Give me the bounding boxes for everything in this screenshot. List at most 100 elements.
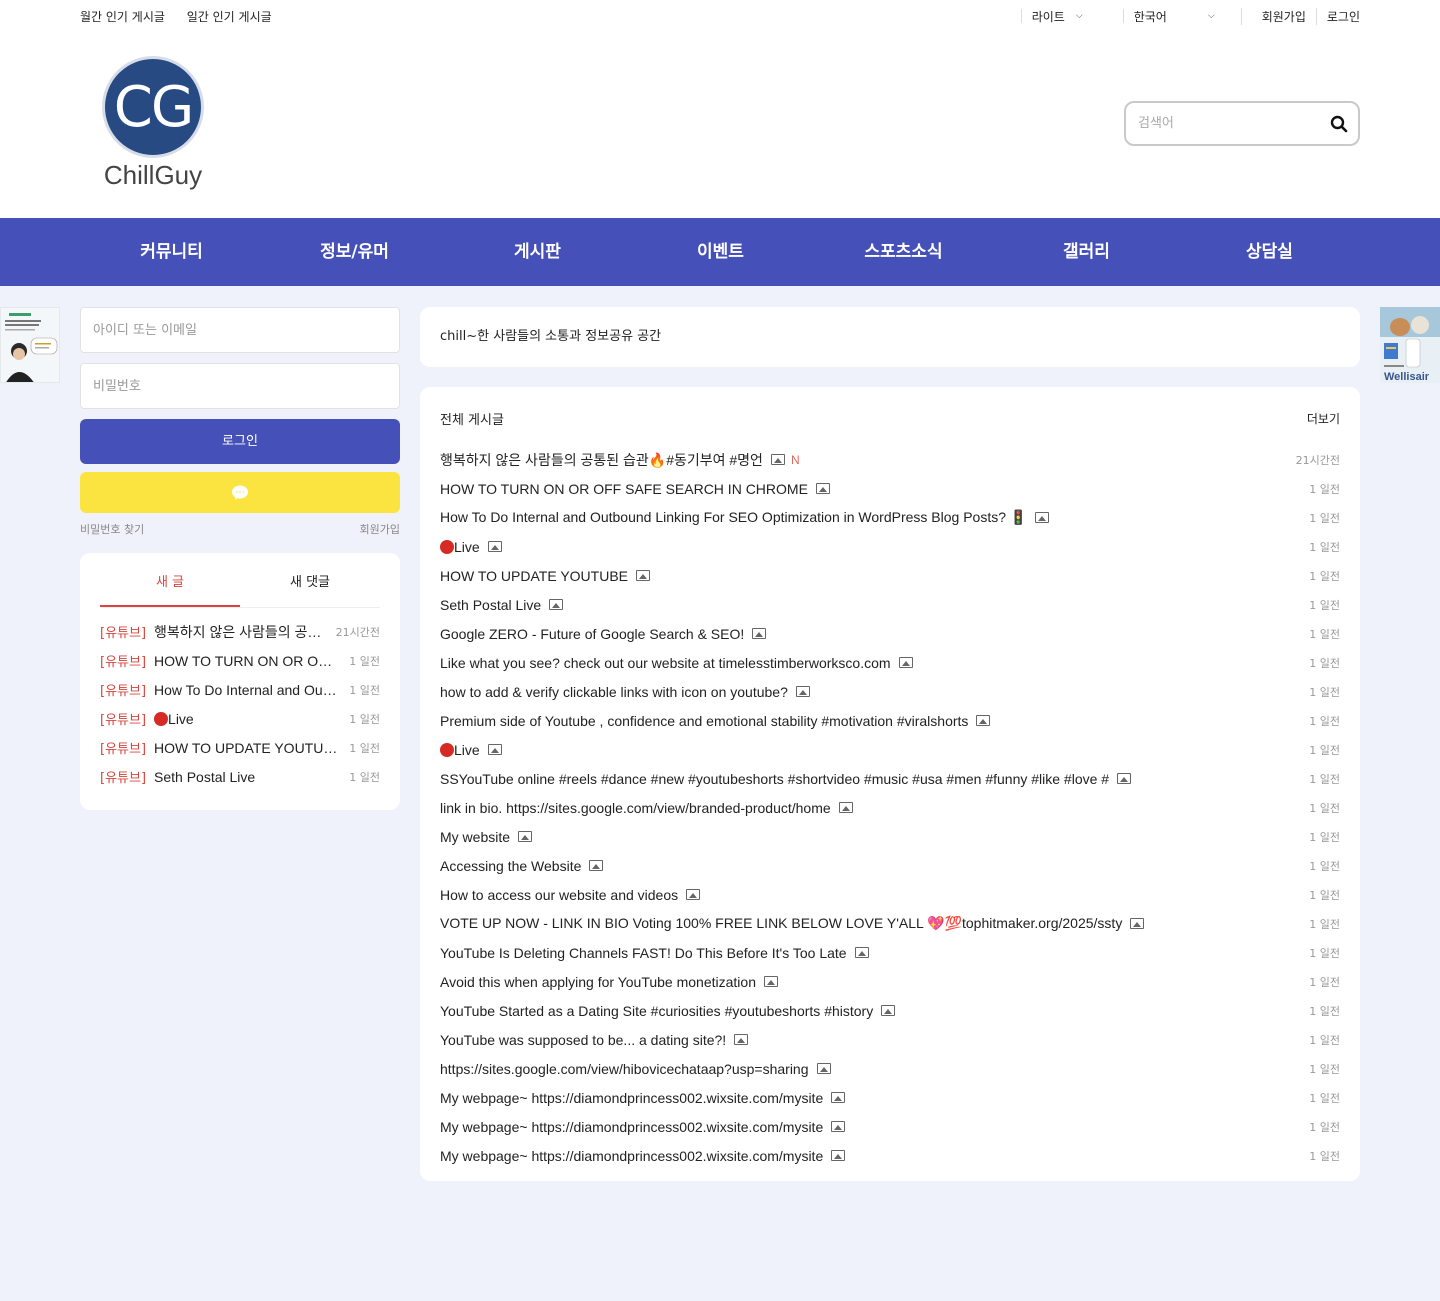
post-title[interactable]: Google ZERO - Future of Google Search & … — [440, 626, 1309, 642]
table-row[interactable]: 행복하지 않은 사람들의 공통된 습관🔥#동기부여 #명언 N 21시간전 — [440, 445, 1340, 474]
post-title[interactable]: How To Do Internal and Outbound Linking — [154, 682, 339, 698]
nav-item-community[interactable]: 커뮤니티 — [80, 218, 263, 286]
nav-item-counseling[interactable]: 상담실 — [1178, 218, 1361, 286]
post-title[interactable]: HOW TO UPDATE YOUTUBE — [154, 740, 339, 756]
post-title[interactable]: YouTube Is Deleting Channels FAST! Do Th… — [440, 945, 1309, 961]
table-row[interactable]: Premium side of Youtube , confidence and… — [440, 706, 1340, 735]
id-email-field[interactable] — [80, 307, 400, 353]
site-logo[interactable]: CG ChillGuy — [102, 56, 204, 191]
post-title[interactable]: https://sites.google.com/view/hibovicech… — [440, 1061, 1309, 1077]
image-icon — [898, 657, 913, 668]
login-link[interactable]: 로그인 — [1317, 8, 1360, 25]
table-row[interactable]: My webpage~ https://diamondprincess002.w… — [440, 1112, 1340, 1141]
post-title[interactable]: how to add & verify clickable links with… — [440, 684, 1309, 700]
table-row[interactable]: https://sites.google.com/view/hibovicech… — [440, 1054, 1340, 1083]
signup-link[interactable]: 회원가입 — [1252, 7, 1317, 25]
post-title[interactable]: Seth Postal Live — [440, 597, 1309, 613]
nav-item-event[interactable]: 이벤트 — [629, 218, 812, 286]
post-title[interactable]: My webpage~ https://diamondprincess002.w… — [440, 1090, 1309, 1106]
post-title[interactable]: YouTube was supposed to be... a dating s… — [440, 1032, 1309, 1048]
post-title[interactable]: Accessing the Website — [440, 858, 1309, 874]
list-item[interactable]: [유튜브] How To Do Internal and Outbound Lin… — [100, 675, 380, 704]
post-title[interactable]: Like what you see? check out our website… — [440, 655, 1309, 671]
post-title-text: Live — [168, 710, 194, 727]
post-title[interactable]: Live — [440, 742, 1309, 758]
table-row[interactable]: VOTE UP NOW - LINK IN BIO Voting 100% FR… — [440, 909, 1340, 938]
list-item[interactable]: [유튜브] HOW TO TURN ON OR OFF SAFE SEARCH I… — [100, 646, 380, 675]
post-time: 1 일전 — [1309, 482, 1340, 496]
post-title[interactable]: HOW TO UPDATE YOUTUBE — [440, 568, 1309, 584]
post-title[interactable]: Live — [440, 539, 1309, 555]
search-input[interactable] — [1138, 116, 1330, 131]
left-side-ad[interactable] — [0, 307, 60, 383]
monthly-popular-link[interactable]: 월간 인기 게시글 — [80, 10, 165, 24]
post-title[interactable]: My website — [440, 829, 1309, 845]
theme-select[interactable]: 라이트 ⌵ — [1020, 9, 1087, 24]
list-item[interactable]: [유튜브] Seth Postal Live 1 일전 — [100, 762, 380, 791]
nav-item-info-humor[interactable]: 정보/유머 — [263, 218, 446, 286]
post-title[interactable]: How To Do Internal and Outbound Linking … — [440, 509, 1309, 526]
table-row[interactable]: My webpage~ https://diamondprincess002.w… — [440, 1141, 1340, 1170]
post-title-text: YouTube was supposed to be... a dating s… — [440, 1031, 727, 1048]
table-row[interactable]: Google ZERO - Future of Google Search & … — [440, 619, 1340, 648]
table-row[interactable]: HOW TO UPDATE YOUTUBE 1 일전 — [440, 561, 1340, 590]
table-row[interactable]: How To Do Internal and Outbound Linking … — [440, 503, 1340, 532]
post-title[interactable]: YouTube Started as a Dating Site #curios… — [440, 1003, 1309, 1019]
table-row[interactable]: Live 1 일전 — [440, 735, 1340, 764]
post-title[interactable]: How to access our website and videos — [440, 887, 1309, 903]
password-field[interactable] — [80, 363, 400, 409]
post-time: 1 일전 — [1309, 1091, 1340, 1105]
post-title[interactable]: My webpage~ https://diamondprincess002.w… — [440, 1148, 1309, 1164]
table-row[interactable]: Avoid this when applying for YouTube mon… — [440, 967, 1340, 996]
post-title[interactable]: SSYouTube online #reels #dance #new #you… — [440, 771, 1309, 787]
table-row[interactable]: YouTube Started as a Dating Site #curios… — [440, 996, 1340, 1025]
post-title[interactable]: 행복하지 않은 사람들의 공통된 습관🔥#동기부여 #명언 N — [440, 450, 1296, 470]
signup-link[interactable]: 회원가입 — [360, 521, 400, 537]
list-item[interactable]: [유튜브] HOW TO UPDATE YOUTUBE 1 일전 — [100, 733, 380, 762]
table-row[interactable]: SSYouTube online #reels #dance #new #you… — [440, 764, 1340, 793]
table-row[interactable]: Accessing the Website 1 일전 — [440, 851, 1340, 880]
kakao-login-button[interactable] — [80, 472, 400, 513]
nav-item-sports-news[interactable]: 스포츠소식 — [812, 218, 995, 286]
post-title[interactable]: Seth Postal Live — [154, 769, 339, 785]
daily-popular-link[interactable]: 일간 인기 게시글 — [187, 10, 272, 24]
find-password-link[interactable]: 비밀번호 찾기 — [80, 521, 144, 537]
category-label: [유튜브] — [100, 655, 147, 670]
tab-new-posts[interactable]: 새 글 — [100, 553, 240, 607]
table-row[interactable]: how to add & verify clickable links with… — [440, 677, 1340, 706]
table-row[interactable]: Like what you see? check out our website… — [440, 648, 1340, 677]
tab-new-comments[interactable]: 새 댓글 — [240, 553, 380, 607]
category-label: [유튜브] — [100, 684, 147, 699]
language-select[interactable]: 한국어 ⌵ — [1122, 9, 1219, 24]
table-row[interactable]: How to access our website and videos 1 일전 — [440, 880, 1340, 909]
search-icon[interactable] — [1330, 115, 1348, 133]
login-button[interactable]: 로그인 — [80, 419, 400, 464]
list-item[interactable]: [유튜브] Live 1 일전 — [100, 704, 380, 733]
nav-item-board[interactable]: 게시판 — [446, 218, 629, 286]
post-title[interactable]: My webpage~ https://diamondprincess002.w… — [440, 1119, 1309, 1135]
post-title[interactable]: Premium side of Youtube , confidence and… — [440, 713, 1309, 729]
table-row[interactable]: link in bio. https://sites.google.com/vi… — [440, 793, 1340, 822]
recent-tabs: 새 글 새 댓글 — [100, 553, 380, 608]
list-item[interactable]: [유튜브] 행복하지 않은 사람들의 공통된 습관🔥#동기부여 #명언 21시간전 — [100, 617, 380, 646]
table-row[interactable]: Seth Postal Live 1 일전 — [440, 590, 1340, 619]
post-title[interactable]: Live — [154, 711, 339, 727]
table-row[interactable]: My website 1 일전 — [440, 822, 1340, 851]
post-title[interactable]: 행복하지 않은 사람들의 공통된 습관🔥#동기부여 #명언 — [154, 622, 326, 642]
post-title[interactable]: Avoid this when applying for YouTube mon… — [440, 974, 1309, 990]
nav-item-gallery[interactable]: 갤러리 — [995, 218, 1178, 286]
image-icon — [815, 483, 830, 494]
post-title[interactable]: VOTE UP NOW - LINK IN BIO Voting 100% FR… — [440, 915, 1309, 932]
table-row[interactable]: YouTube Is Deleting Channels FAST! Do Th… — [440, 938, 1340, 967]
right-side-ad[interactable]: Wellisair — [1380, 307, 1440, 383]
post-title[interactable]: HOW TO TURN ON OR OFF SAFE SEARCH IN CHR… — [440, 481, 1309, 497]
table-row[interactable]: Live 1 일전 — [440, 532, 1340, 561]
table-row[interactable]: YouTube was supposed to be... a dating s… — [440, 1025, 1340, 1054]
post-title[interactable]: link in bio. https://sites.google.com/vi… — [440, 800, 1309, 816]
post-time: 1 일전 — [1309, 859, 1340, 873]
post-title[interactable]: HOW TO TURN ON OR OFF SAFE SEARCH IN CHR… — [154, 653, 339, 669]
table-row[interactable]: HOW TO TURN ON OR OFF SAFE SEARCH IN CHR… — [440, 474, 1340, 503]
more-link[interactable]: 더보기 — [1307, 410, 1340, 427]
table-row[interactable]: My webpage~ https://diamondprincess002.w… — [440, 1083, 1340, 1112]
new-badge: N — [790, 452, 800, 467]
